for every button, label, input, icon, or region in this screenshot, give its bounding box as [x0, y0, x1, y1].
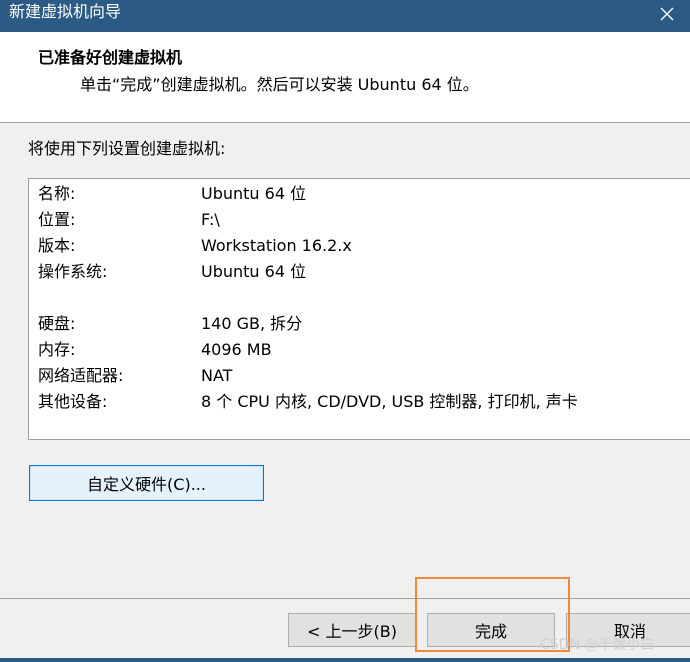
close-icon: [660, 7, 674, 21]
summary-row-devices: 其他设备: 8 个 CPU 内核, CD/DVD, USB 控制器, 打印机, …: [29, 389, 690, 415]
summary-label: 版本:: [38, 236, 76, 255]
intro-text: 将使用下列设置创建虚拟机:: [28, 139, 226, 158]
summary-value: Ubuntu 64 位: [201, 184, 307, 203]
summary-label: 位置:: [38, 210, 76, 229]
summary-label: 其他设备:: [38, 392, 108, 411]
summary-row-version: 版本: Workstation 16.2.x: [29, 233, 690, 259]
page-subtitle: 单击“完成”创建虚拟机。然后可以安装 Ubuntu 64 位。: [80, 75, 479, 94]
close-button[interactable]: [644, 0, 690, 28]
customize-hardware-button[interactable]: 自定义硬件(C)...: [29, 465, 264, 501]
summary-value: Workstation 16.2.x: [201, 236, 352, 255]
window-title: 新建虚拟机向导: [9, 2, 122, 21]
title-bar[interactable]: 新建虚拟机向导: [0, 0, 690, 32]
back-button[interactable]: < 上一步(B): [288, 613, 416, 647]
wizard-window: 新建虚拟机向导 已准备好创建虚拟机 单击“完成”创建虚拟机。然后可以安装 Ubu…: [0, 0, 690, 662]
settings-summary[interactable]: 名称: Ubuntu 64 位 位置: F:\ 版本: Workstation …: [28, 178, 690, 440]
summary-label: 内存:: [38, 340, 76, 359]
summary-value: 4096 MB: [201, 340, 272, 359]
summary-row-memory: 内存: 4096 MB: [29, 337, 690, 363]
page-title: 已准备好创建虚拟机: [38, 48, 183, 67]
watermark: CSDN @千饭小白: [540, 637, 655, 653]
summary-value: Ubuntu 64 位: [201, 262, 307, 281]
summary-value: NAT: [201, 366, 233, 385]
finish-button[interactable]: 完成: [427, 613, 555, 647]
wizard-header: 已准备好创建虚拟机 单击“完成”创建虚拟机。然后可以安装 Ubuntu 64 位…: [0, 32, 690, 123]
summary-row-disk: 硬盘: 140 GB, 拆分: [29, 311, 690, 337]
summary-label: 网络适配器:: [38, 366, 124, 385]
summary-value: F:\: [201, 210, 220, 229]
window-bottom-edge: [0, 658, 690, 662]
summary-row-location: 位置: F:\: [29, 207, 690, 233]
summary-label: 操作系统:: [38, 262, 108, 281]
summary-value: 8 个 CPU 内核, CD/DVD, USB 控制器, 打印机, 声卡: [201, 392, 578, 411]
summary-row-os: 操作系统: Ubuntu 64 位: [29, 259, 690, 285]
summary-row-network: 网络适配器: NAT: [29, 363, 690, 389]
footer-divider: [0, 598, 690, 599]
summary-label: 名称:: [38, 184, 76, 203]
summary-label: 硬盘:: [38, 314, 76, 333]
summary-row-name: 名称: Ubuntu 64 位: [29, 181, 690, 207]
summary-value: 140 GB, 拆分: [201, 314, 303, 333]
